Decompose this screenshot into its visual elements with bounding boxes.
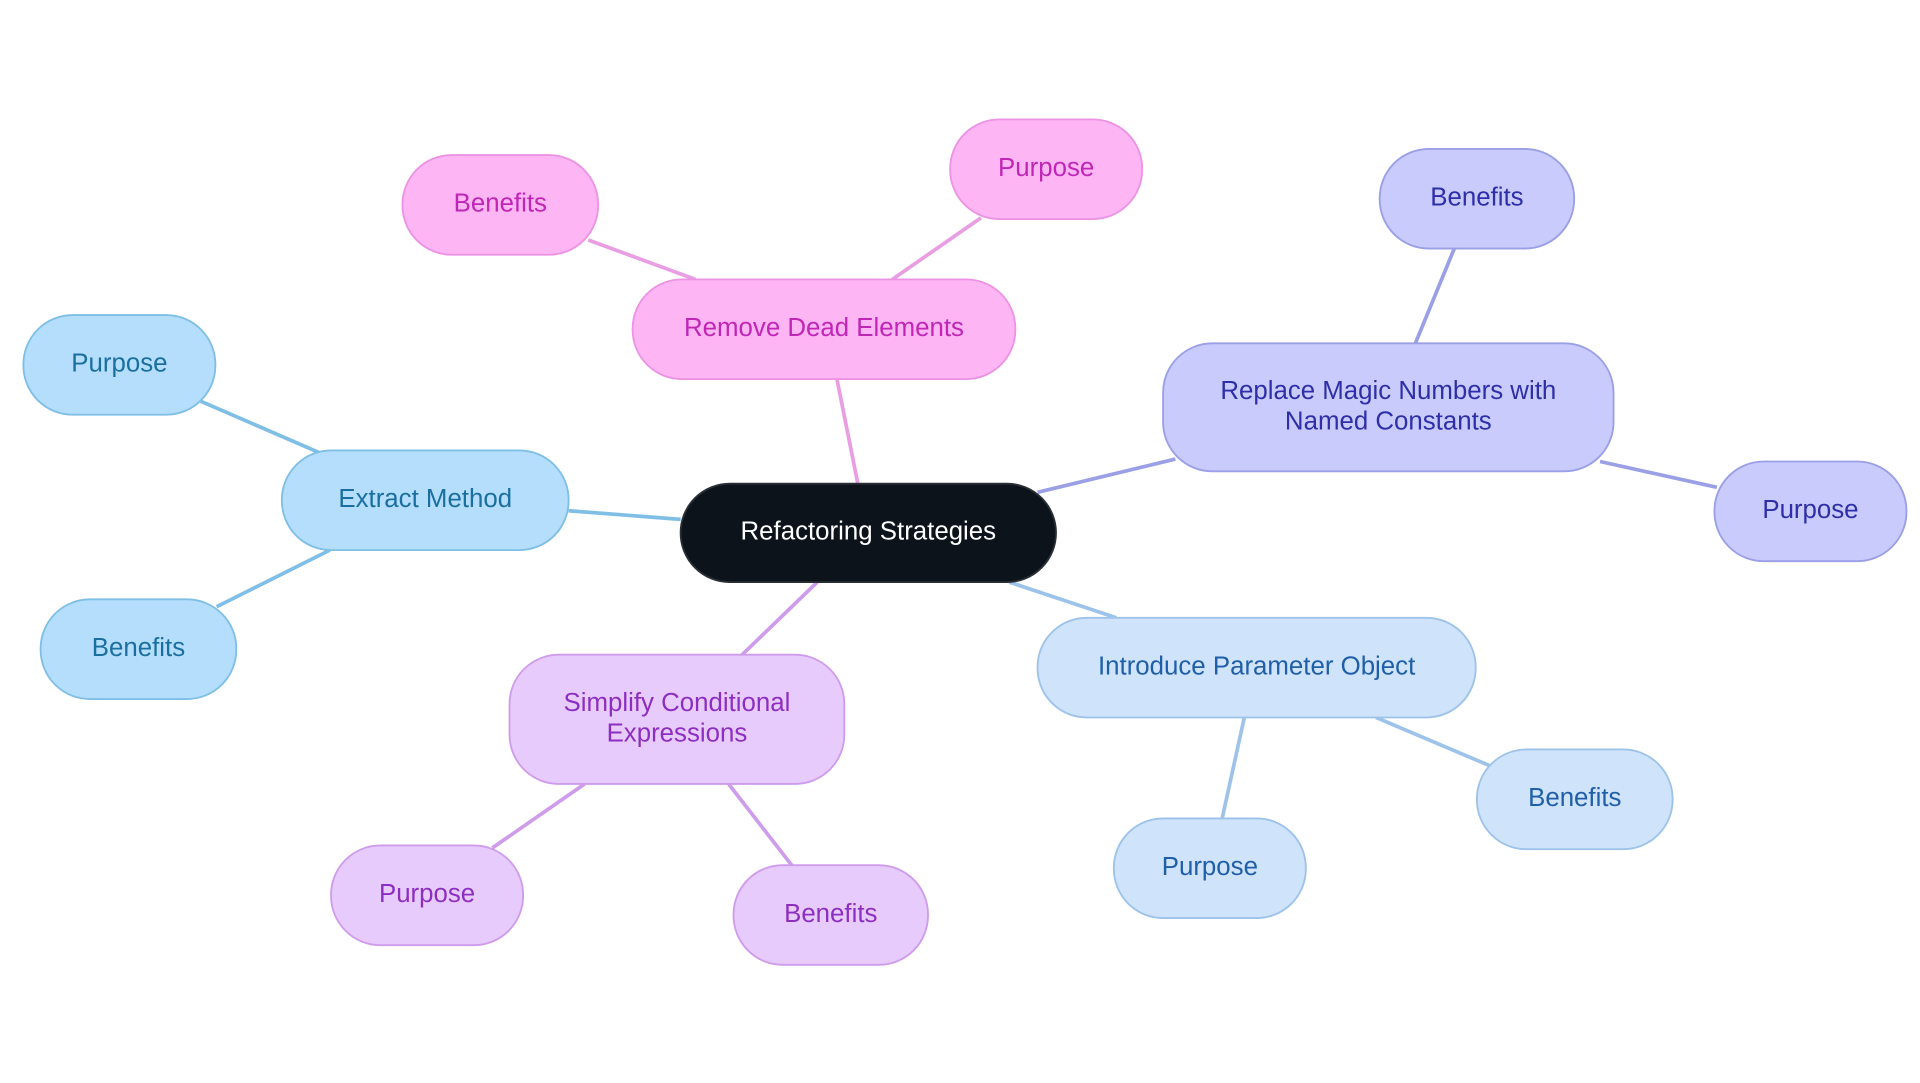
edge-branch-leaf bbox=[491, 782, 586, 850]
edge-branch-leaf bbox=[1599, 459, 1718, 490]
leaf-node-benefits-label: Benefits bbox=[784, 900, 877, 928]
mind-map: Refactoring Strategies Remove Dead Elemen… bbox=[22, 118, 1908, 966]
leaf-node-purpose-label: Purpose bbox=[379, 880, 475, 908]
edge-branch-leaf bbox=[1375, 715, 1490, 768]
leaf-node-benefits-label: Benefits bbox=[1528, 784, 1621, 812]
leaf-node-benefits-label: Benefits bbox=[454, 190, 547, 218]
leaf-node-benefits[interactable]: Benefits bbox=[1476, 748, 1674, 851]
leaf-node-benefits-label: Benefits bbox=[1430, 184, 1523, 212]
branch-node-label: Introduce Parameter Object bbox=[1098, 652, 1415, 680]
leaf-node-purpose-label: Purpose bbox=[998, 154, 1094, 182]
edge-root-branch bbox=[1008, 580, 1117, 620]
branch-node[interactable]: Remove Dead Elements bbox=[631, 278, 1017, 380]
leaf-node-benefits[interactable]: Benefits bbox=[1378, 147, 1576, 250]
branch-node[interactable]: Simplify Conditional Expressions bbox=[508, 653, 846, 785]
leaf-node-purpose[interactable]: Purpose bbox=[330, 844, 524, 947]
root-node[interactable]: Refactoring Strategies bbox=[679, 482, 1057, 584]
branch-node-label: Extract Method bbox=[338, 485, 512, 513]
branch-node-label: Remove Dead Elements bbox=[684, 314, 964, 342]
edge-branch-leaf bbox=[891, 216, 982, 281]
edge-root-branch bbox=[835, 378, 860, 485]
leaf-node-purpose[interactable]: Purpose bbox=[1713, 460, 1908, 563]
edge-root-branch bbox=[740, 580, 819, 657]
branch-node[interactable]: Introduce Parameter Object bbox=[1036, 616, 1477, 719]
leaf-node-purpose-label: Purpose bbox=[1762, 496, 1858, 524]
edge-branch-leaf bbox=[1220, 717, 1247, 819]
leaf-node-purpose-label: Purpose bbox=[71, 350, 167, 378]
root-node-label: Refactoring Strategies bbox=[741, 518, 997, 546]
edge-branch-leaf bbox=[1413, 246, 1457, 345]
edge-branch-leaf bbox=[727, 782, 795, 868]
branch-node[interactable]: Extract Method bbox=[280, 449, 570, 552]
edge-branch-leaf bbox=[199, 399, 321, 455]
leaf-node-purpose[interactable]: Purpose bbox=[949, 118, 1144, 220]
leaf-node-benefits[interactable]: Benefits bbox=[39, 598, 238, 700]
leaf-node-purpose-label: Purpose bbox=[1162, 853, 1258, 881]
edge-branch-leaf bbox=[587, 238, 697, 282]
leaf-node-benefits[interactable]: Benefits bbox=[401, 154, 600, 256]
leaf-node-benefits-label: Benefits bbox=[92, 634, 185, 662]
branch-node[interactable]: Replace Magic Numbers with Named Constant… bbox=[1162, 342, 1615, 473]
leaf-node-purpose[interactable]: Purpose bbox=[1112, 817, 1307, 920]
edge-root-branch bbox=[1037, 457, 1176, 495]
leaf-node-purpose[interactable]: Purpose bbox=[22, 314, 217, 416]
edge-branch-leaf bbox=[215, 548, 331, 609]
leaf-node-benefits[interactable]: Benefits bbox=[732, 864, 929, 966]
edge-root-branch bbox=[568, 508, 681, 522]
